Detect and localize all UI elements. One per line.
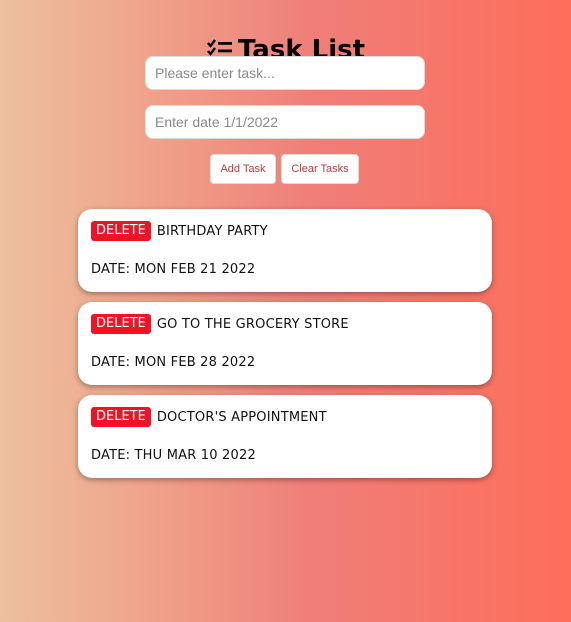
task-name: DOCTOR'S APPOINTMENT [156, 409, 327, 425]
add-task-button[interactable]: Add Task [210, 154, 276, 184]
delete-button[interactable]: DELETE [91, 314, 151, 334]
task-date: DATE: MON FEB 21 2022 [91, 262, 256, 277]
task-card: DELETE GO TO THE GROCERY STORE DATE: MON… [78, 302, 492, 385]
task-card: DELETE BIRTHDAY PARTY DATE: MON FEB 21 2… [78, 209, 492, 292]
task-card: DELETE DOCTOR'S APPOINTMENT DATE: THU MA… [78, 395, 492, 478]
task-input[interactable] [145, 56, 425, 90]
delete-button[interactable]: DELETE [91, 221, 151, 241]
date-input[interactable] [145, 105, 425, 139]
task-name: BIRTHDAY PARTY [156, 223, 268, 239]
delete-button[interactable]: DELETE [91, 407, 151, 427]
task-date: DATE: MON FEB 28 2022 [91, 355, 256, 370]
task-list: DELETE BIRTHDAY PARTY DATE: MON FEB 21 2… [78, 209, 492, 488]
task-name: GO TO THE GROCERY STORE [156, 316, 349, 332]
task-date: DATE: THU MAR 10 2022 [91, 448, 256, 463]
clear-tasks-button[interactable]: Clear Tasks [281, 154, 359, 184]
